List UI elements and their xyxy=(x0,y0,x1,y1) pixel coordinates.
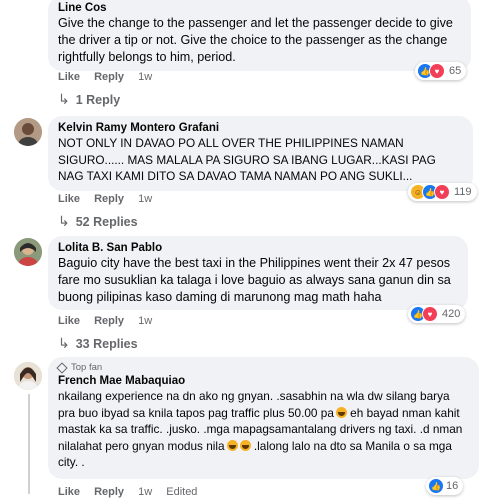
like-button[interactable]: Like xyxy=(58,71,80,83)
reply-button[interactable]: Reply xyxy=(94,193,124,205)
replies-count: 1 Reply xyxy=(75,92,121,107)
view-replies-link[interactable]: ↳ 33 Replies xyxy=(58,335,138,352)
laughing-emoji-icon xyxy=(226,439,238,451)
comment-bubble: Lolita B. San Pablo Baguio city have the… xyxy=(48,236,468,310)
reaction-summary[interactable]: 👍 ♥ 65 xyxy=(415,62,467,80)
reply-arrow-icon: ↳ xyxy=(58,91,70,107)
like-button[interactable]: Like xyxy=(58,193,80,205)
comment-author[interactable]: Kelvin Ramy Montero Grafani xyxy=(58,121,463,135)
reply-arrow-icon: ↳ xyxy=(58,213,70,229)
view-replies-link[interactable]: ↳ 52 Replies xyxy=(58,213,138,230)
reaction-count: 420 xyxy=(442,308,461,320)
comment-time[interactable]: 1w xyxy=(138,315,152,327)
reply-arrow-icon: ↳ xyxy=(58,335,70,351)
comment-text: Give the change to the passenger and let… xyxy=(58,16,453,64)
comment-bubble: Line Cos Give the change to the passenge… xyxy=(48,0,471,71)
top-fan-badge: Top fan xyxy=(56,362,469,374)
reply-button[interactable]: Reply xyxy=(94,315,124,327)
love-reaction-icon: ♥ xyxy=(434,184,450,200)
reaction-count: 65 xyxy=(449,65,462,77)
like-reaction-icon: 👍 xyxy=(428,478,444,494)
comment-text: nkailang experience na dn ako ng gnyan. … xyxy=(58,388,469,471)
like-button[interactable]: Like xyxy=(58,315,80,327)
like-button[interactable]: Like xyxy=(58,486,80,498)
comment-time[interactable]: 1w xyxy=(138,193,152,205)
avatar[interactable] xyxy=(14,238,42,266)
reply-button[interactable]: Reply xyxy=(94,71,124,83)
avatar[interactable] xyxy=(14,362,42,390)
comment-time[interactable]: 1w xyxy=(138,71,152,83)
comment-author[interactable]: French Mae Mabaquiao xyxy=(58,374,469,388)
avatar[interactable] xyxy=(14,118,42,146)
comment-text: Baguio city have the best taxi in the Ph… xyxy=(58,256,451,304)
comment-actions: Like Reply 1w xyxy=(58,315,163,327)
comment-author[interactable]: Lolita B. San Pablo xyxy=(58,241,458,255)
diamond-icon xyxy=(56,362,68,374)
reaction-count: 119 xyxy=(454,186,472,198)
reaction-summary[interactable]: 👍 16 xyxy=(426,477,464,495)
laughing-emoji-icon xyxy=(239,439,251,451)
comment-text: NOT ONLY IN DAVAO PO ALL OVER THE PHILIP… xyxy=(58,136,436,183)
thread-line xyxy=(28,394,30,494)
comment-actions: Like Reply 1w Edited xyxy=(58,486,208,498)
replies-count: 52 Replies xyxy=(75,214,138,229)
love-reaction-icon: ♥ xyxy=(422,306,438,322)
comment-actions: Like Reply 1w xyxy=(58,193,163,205)
edited-label: Edited xyxy=(166,486,198,498)
comment-bubble: Kelvin Ramy Montero Grafani NOT ONLY IN … xyxy=(48,116,473,191)
view-replies-link[interactable]: ↳ 1 Reply xyxy=(58,91,120,108)
reaction-summary[interactable]: ☺ 👍 ♥ 119 xyxy=(408,183,477,201)
comment-bubble: Top fan French Mae Mabaquiao nkailang ex… xyxy=(48,357,479,479)
replies-count: 33 Replies xyxy=(75,336,138,351)
reaction-summary[interactable]: 👍 ♥ 420 xyxy=(408,305,466,323)
comment-actions: Like Reply 1w xyxy=(58,71,163,83)
reaction-count: 16 xyxy=(446,480,459,492)
reply-button[interactable]: Reply xyxy=(94,486,124,498)
top-fan-label: Top fan xyxy=(71,362,103,373)
laughing-emoji-icon xyxy=(335,406,347,418)
love-reaction-icon: ♥ xyxy=(429,63,445,79)
comment-time[interactable]: 1w xyxy=(138,486,152,498)
comment-author[interactable]: Line Cos xyxy=(58,1,461,15)
